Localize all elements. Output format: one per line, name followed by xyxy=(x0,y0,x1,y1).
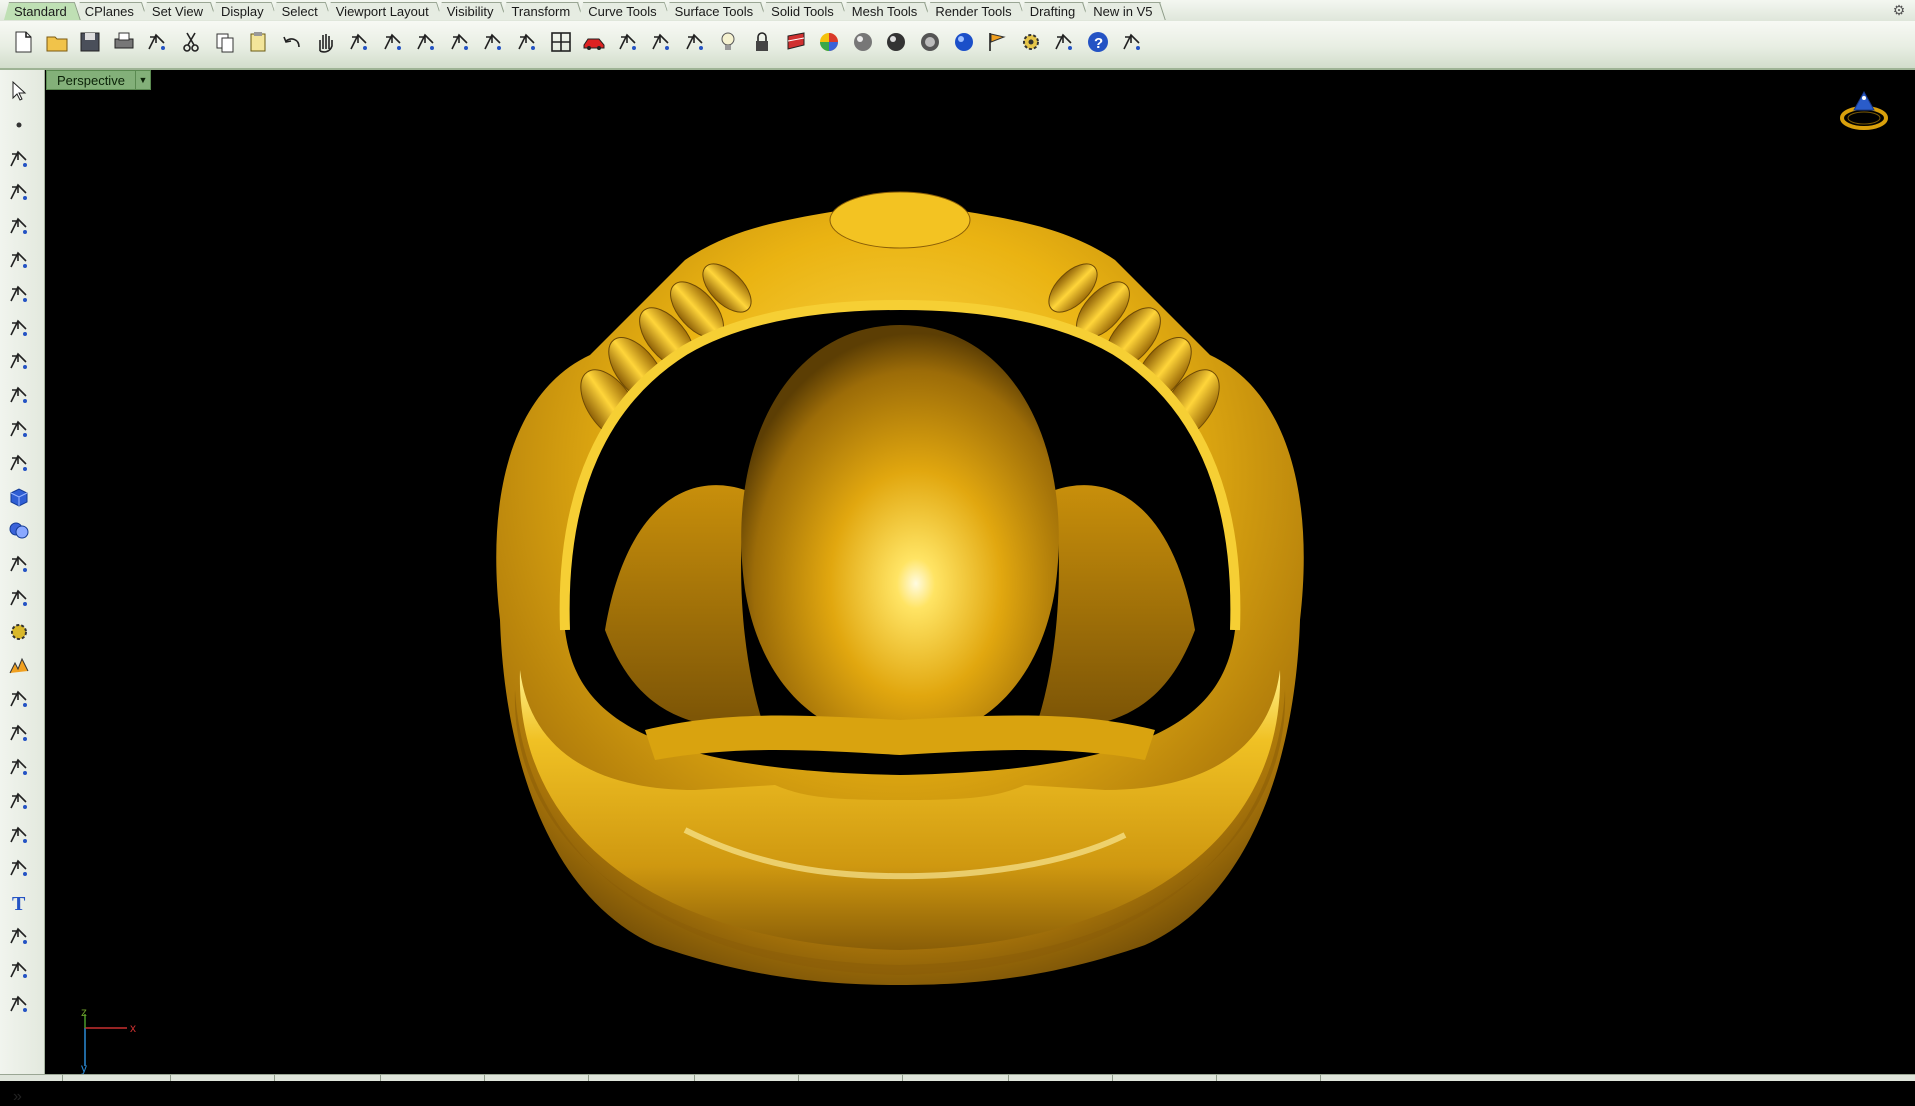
group-icon[interactable] xyxy=(4,786,34,816)
tab-list: Standard CPlanes Set View Display Select View… xyxy=(4,2,1160,21)
text-icon[interactable]: T xyxy=(4,887,34,917)
toolbar-icon-row: ? xyxy=(8,27,1150,57)
viewport-menu-dropdown-icon[interactable]: ▼ xyxy=(135,70,151,90)
cap-tool-icon[interactable] xyxy=(1117,27,1147,57)
tab-mesh-tools[interactable]: Mesh Tools xyxy=(842,2,932,20)
arc-icon[interactable] xyxy=(4,279,34,309)
undo-view-icon[interactable] xyxy=(512,27,542,57)
ellipse-icon[interactable] xyxy=(4,245,34,275)
viewport-title-bar: Perspective ▼ xyxy=(46,70,151,90)
blue-sphere-icon[interactable] xyxy=(949,27,979,57)
world-axis-widget: z x y xyxy=(81,1008,136,1074)
tab-new-in-v5[interactable]: New in V5 xyxy=(1083,2,1166,20)
gear-solid-icon[interactable] xyxy=(4,617,34,647)
tab-viewport-layout[interactable]: Viewport Layout xyxy=(326,2,443,20)
patch-icon[interactable] xyxy=(4,448,34,478)
solid-box-icon[interactable] xyxy=(4,482,34,512)
open-folder-icon[interactable] xyxy=(42,27,72,57)
tab-standard[interactable]: Standard xyxy=(4,2,81,20)
split-icon[interactable] xyxy=(4,718,34,748)
grid-snap-icon[interactable] xyxy=(680,27,710,57)
import-icon[interactable] xyxy=(142,27,172,57)
standard-toolbar: ? xyxy=(0,21,1915,70)
circle-select-icon[interactable] xyxy=(646,27,676,57)
viewport-name-label[interactable]: Perspective xyxy=(46,70,136,90)
gold-ring-model xyxy=(496,191,1304,985)
svg-text:T: T xyxy=(12,893,26,915)
toolbar-tab-strip: Standard CPlanes Set View Display Select View… xyxy=(0,0,1915,22)
tab-select[interactable]: Select xyxy=(272,2,332,20)
axis-z-label: z xyxy=(81,1008,87,1019)
undo-icon[interactable] xyxy=(277,27,307,57)
main-left-toolbar: T » xyxy=(0,70,45,1105)
zoom-window-icon[interactable] xyxy=(411,27,441,57)
polyline-icon[interactable] xyxy=(4,144,34,174)
tab-visibility[interactable]: Visibility xyxy=(437,2,508,20)
tools-icon[interactable] xyxy=(613,27,643,57)
zoom-extents-icon[interactable] xyxy=(445,27,475,57)
help-icon[interactable]: ? xyxy=(1083,27,1113,57)
rotate-view-icon[interactable] xyxy=(344,27,374,57)
polygon-icon[interactable] xyxy=(4,346,34,376)
car-icon[interactable] xyxy=(579,27,609,57)
paste-icon[interactable] xyxy=(243,27,273,57)
light-bulb-icon[interactable] xyxy=(713,27,743,57)
curve-icon[interactable] xyxy=(4,177,34,207)
rendered-sphere-icon[interactable] xyxy=(881,27,911,57)
cut-icon[interactable] xyxy=(176,27,206,57)
lock-icon[interactable] xyxy=(747,27,777,57)
dimension-edit-icon[interactable] xyxy=(4,989,34,1019)
tab-set-view[interactable]: Set View xyxy=(142,2,217,20)
perspective-viewport[interactable]: Perspective ▼ z x y xyxy=(45,70,1915,1074)
tab-options-gear-icon[interactable]: ⚙ xyxy=(1891,2,1907,18)
tab-solid-tools[interactable]: Solid Tools xyxy=(761,2,848,20)
explode-icon[interactable] xyxy=(4,651,34,681)
tab-display[interactable]: Display xyxy=(211,2,278,20)
extrude-icon[interactable] xyxy=(4,549,34,579)
four-viewports-icon[interactable] xyxy=(546,27,576,57)
new-file-icon[interactable] xyxy=(8,27,38,57)
svg-text:?: ? xyxy=(1094,35,1103,52)
tab-transform[interactable]: Transform xyxy=(501,2,584,20)
save-icon[interactable] xyxy=(75,27,105,57)
trim-icon[interactable] xyxy=(4,684,34,714)
tab-drafting[interactable]: Drafting xyxy=(1020,2,1090,20)
tab-render-tools[interactable]: Render Tools xyxy=(925,2,1025,20)
tab-surface-tools[interactable]: Surface Tools xyxy=(665,2,768,20)
circle-icon[interactable] xyxy=(4,211,34,241)
fillet-icon[interactable] xyxy=(4,820,34,850)
view-navigation-ring-icon[interactable] xyxy=(1839,88,1889,132)
more-tools-button[interactable]: » xyxy=(13,1088,22,1106)
pan-hand-icon[interactable] xyxy=(310,27,340,57)
point-icon[interactable] xyxy=(4,110,34,140)
tab-curve-tools[interactable]: Curve Tools xyxy=(578,2,670,20)
gear-options-icon[interactable] xyxy=(1016,27,1046,57)
array-icon[interactable] xyxy=(4,955,34,985)
print-icon[interactable] xyxy=(109,27,139,57)
axis-x-label: x xyxy=(130,1021,136,1035)
join-icon[interactable] xyxy=(4,752,34,782)
transform-icon[interactable] xyxy=(4,921,34,951)
copy-icon[interactable] xyxy=(210,27,240,57)
shaded-sphere-icon[interactable] xyxy=(848,27,878,57)
layer-icon[interactable] xyxy=(781,27,811,57)
zoom-dynamic-icon[interactable] xyxy=(378,27,408,57)
rectangle-icon[interactable] xyxy=(4,313,34,343)
boolean-icon[interactable] xyxy=(4,515,34,545)
surface-plane-icon[interactable] xyxy=(4,583,34,613)
edit-flag-icon[interactable] xyxy=(982,27,1012,57)
zoom-selected-icon[interactable] xyxy=(478,27,508,57)
select-arrow-icon[interactable] xyxy=(4,76,34,106)
ghosted-sphere-icon[interactable] xyxy=(915,27,945,57)
blend-icon[interactable] xyxy=(4,853,34,883)
axis-y-label: y xyxy=(81,1061,87,1074)
surface-edit-icon[interactable] xyxy=(4,414,34,444)
color-wheel-icon[interactable] xyxy=(814,27,844,57)
tab-cplanes[interactable]: CPlanes xyxy=(75,2,148,20)
dimension-icon[interactable] xyxy=(1049,27,1079,57)
fillet-curve-icon[interactable] xyxy=(4,380,34,410)
